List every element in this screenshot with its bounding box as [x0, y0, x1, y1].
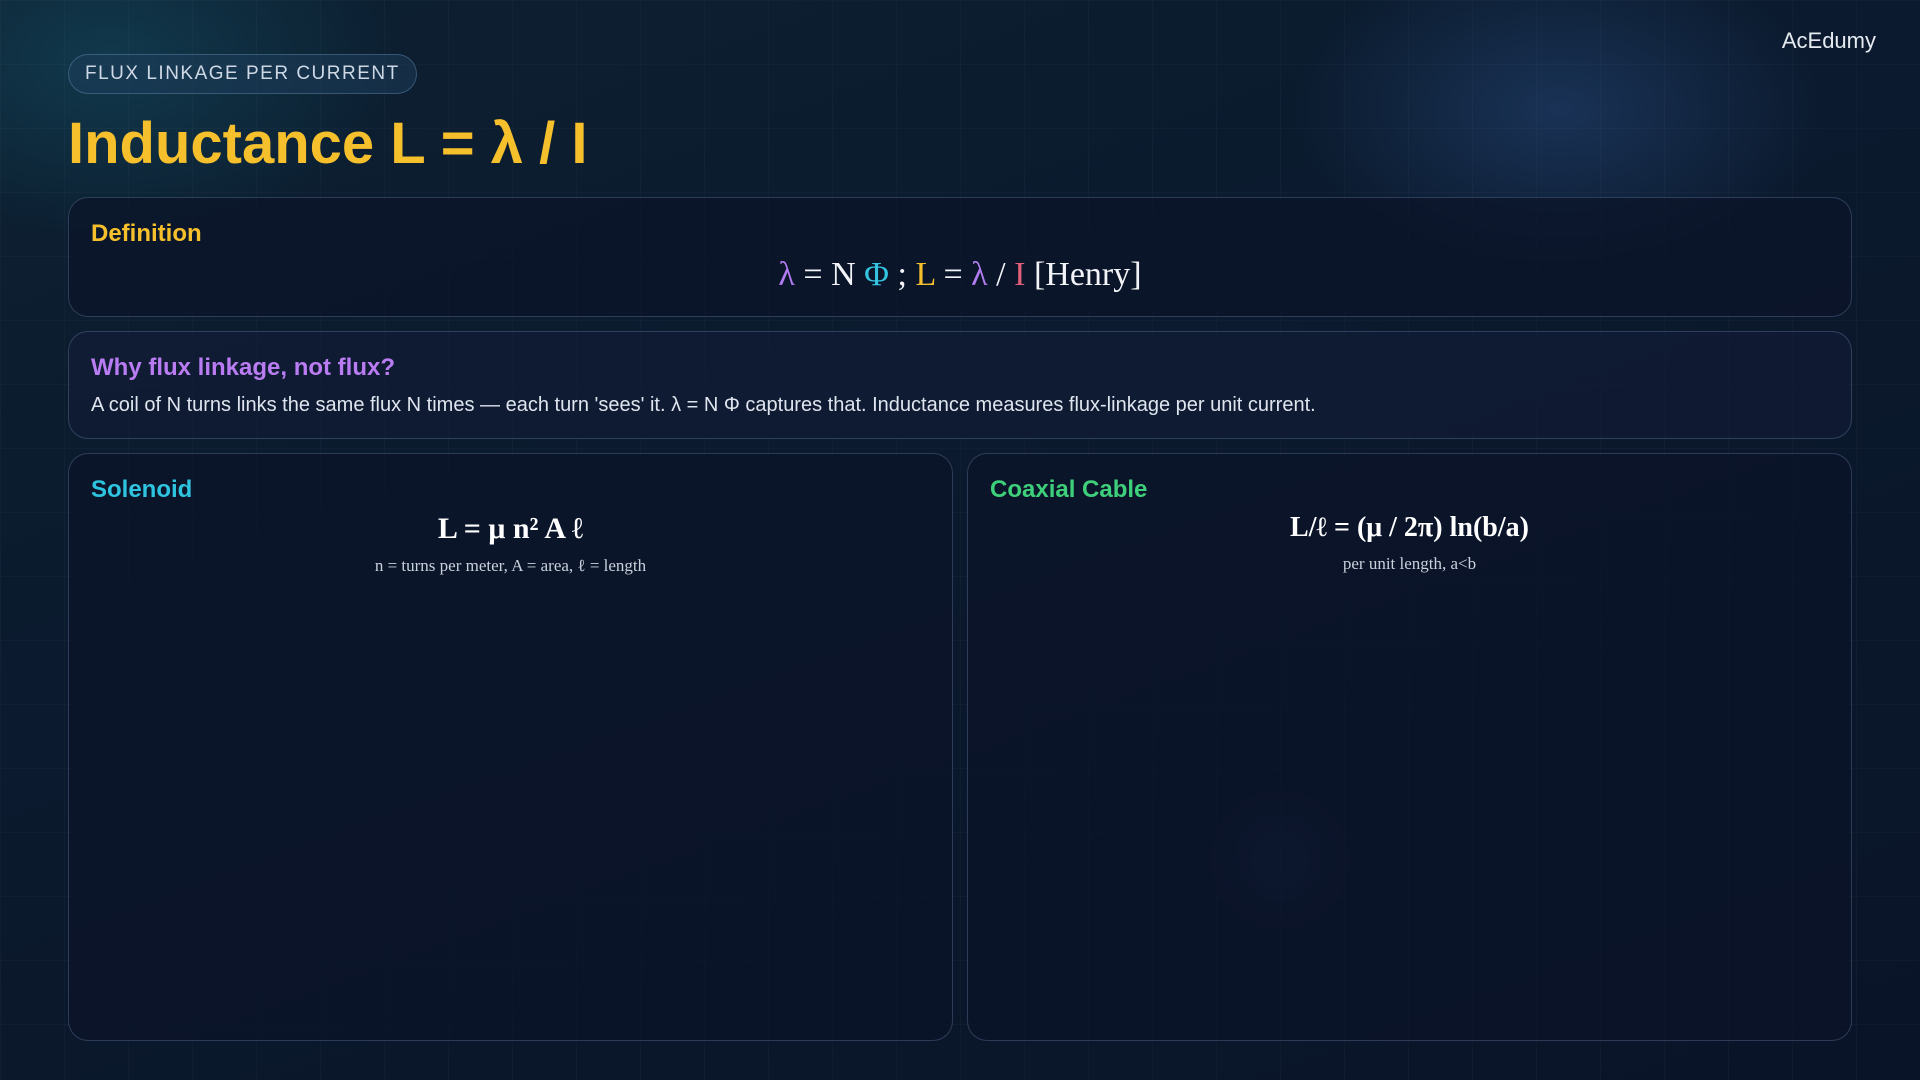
eq-divide: / [987, 256, 1015, 293]
eq-lambda-2: λ [971, 256, 988, 293]
brand-label: AcEdumy [1781, 28, 1876, 53]
eq-separator: ; [889, 256, 916, 293]
eq-equals: = [934, 256, 972, 293]
coaxial-cable-card: Coaxial Cable L/ℓ = (μ / 2π) ln(b/a) per… [967, 453, 1852, 1041]
solenoid-formula: L = μ n² A ℓ [437, 512, 584, 545]
why-explanation: A coil of N turns links the same flux N … [91, 394, 1316, 416]
why-heading: Why flux linkage, not flux? [91, 354, 396, 381]
eq-unit: [Henry] [1025, 256, 1142, 293]
why-flux-linkage-card: Why flux linkage, not flux? A coil of N … [68, 331, 1852, 439]
definition-equation: λ = N Φ ; L = λ / I [Henry] [69, 256, 1851, 294]
topic-badge-label: FLUX LINKAGE PER CURRENT [85, 63, 400, 84]
solenoid-card: Solenoid L = μ n² A ℓ n = turns per mete… [68, 453, 953, 1041]
coaxial-heading: Coaxial Cable [990, 476, 1148, 503]
eq-phi: Φ [864, 256, 890, 293]
eq-current: I [1014, 256, 1026, 293]
definition-card: Definition λ = N Φ ; L = λ / I [Henry] [68, 197, 1852, 317]
eq-l: L [915, 256, 935, 293]
solenoid-note: n = turns per meter, A = area, ℓ = lengt… [374, 556, 647, 575]
coaxial-formula: L/ℓ = (μ / 2π) ln(b/a) [1290, 512, 1529, 543]
page-title: Inductance L = λ / I [68, 111, 588, 176]
topic-badge: FLUX LINKAGE PER CURRENT [68, 54, 417, 94]
solenoid-heading: Solenoid [91, 476, 193, 503]
eq-lambda: λ [778, 256, 795, 293]
coaxial-note: per unit length, a<b [1342, 554, 1477, 573]
definition-heading: Definition [91, 220, 202, 247]
eq-equals-n: = N [794, 256, 865, 293]
